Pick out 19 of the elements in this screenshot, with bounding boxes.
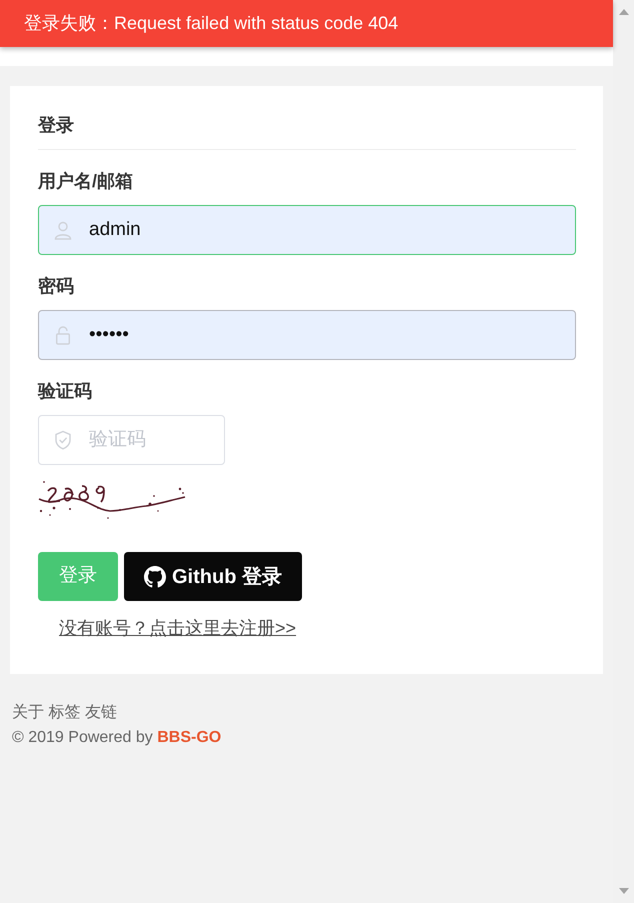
form-title: 登录 xyxy=(38,112,576,150)
user-icon xyxy=(53,220,73,240)
footer-link[interactable]: 标签 xyxy=(48,704,80,721)
copyright-text: © 2019 Powered by xyxy=(12,729,153,746)
field-label: 验证码 xyxy=(38,380,92,403)
captcha-field[interactable]: 验证码 xyxy=(38,415,225,465)
field-label: 密码 xyxy=(38,275,74,298)
error-toast: 登录失败：Request failed with status code 404 xyxy=(0,0,613,47)
github-logo-icon xyxy=(144,566,166,588)
footer-link[interactable]: 友链 xyxy=(84,704,117,721)
register-link[interactable]: 没有账号？点击这里去注册>> xyxy=(59,616,296,640)
brand-link[interactable]: BBS-GO xyxy=(157,729,222,746)
lock-icon xyxy=(53,325,73,345)
footer-link[interactable]: 关于 xyxy=(12,704,44,721)
password-field[interactable]: •••••• xyxy=(38,310,576,360)
field-label: 用户名/邮箱 xyxy=(38,170,134,193)
shield-check-icon xyxy=(53,430,73,450)
username-field[interactable]: admin xyxy=(38,205,576,255)
github-login-button[interactable]: Github 登录 xyxy=(124,552,302,601)
